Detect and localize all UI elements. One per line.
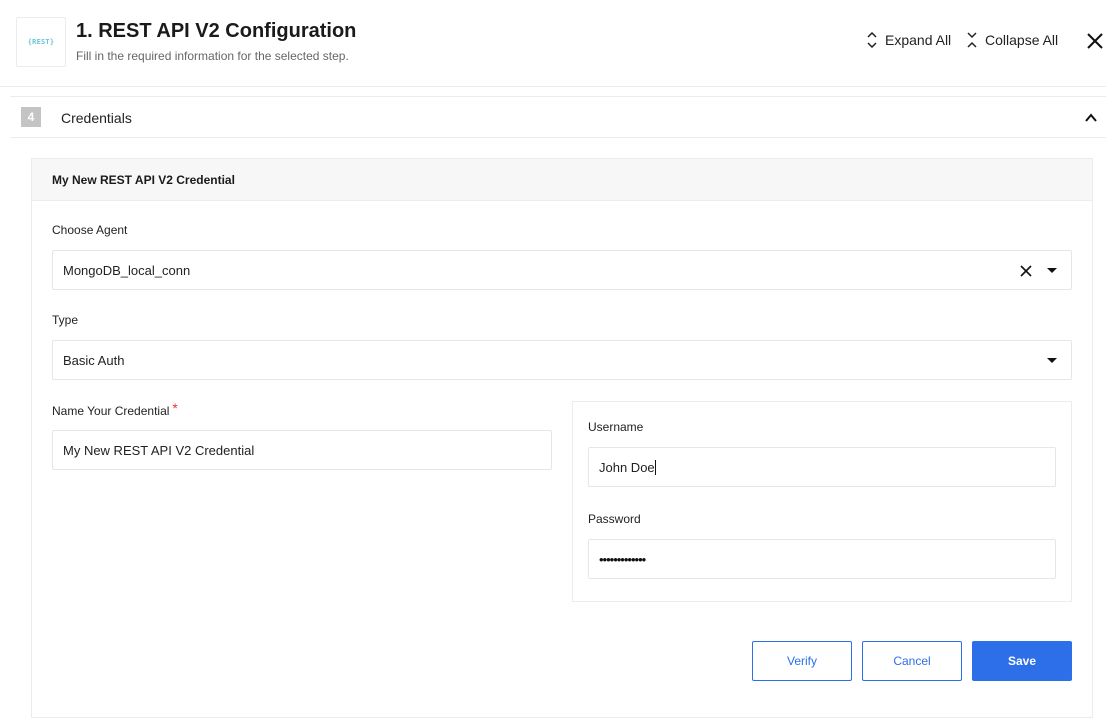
credential-name-label: Name Your Credential *	[52, 400, 178, 418]
type-value: Basic Auth	[63, 352, 125, 368]
choose-agent-value: MongoDB_local_conn	[63, 262, 191, 278]
username-value: John Doe	[599, 459, 655, 475]
page-title: 1. REST API V2 Configuration	[76, 20, 357, 42]
expand-icon	[867, 32, 877, 48]
password-value: •••••••••••••	[599, 551, 646, 567]
chevron-up-icon[interactable]	[1084, 111, 1098, 125]
step-number-badge: 4	[21, 107, 41, 127]
verify-button[interactable]: Verify	[752, 641, 852, 681]
credentials-section-header[interactable]: 4 Credentials	[10, 96, 1106, 138]
section-label: Credentials	[61, 110, 132, 126]
close-icon[interactable]	[1086, 32, 1104, 50]
clear-icon[interactable]	[1019, 264, 1033, 278]
expand-all-label: Expand All	[885, 32, 952, 48]
page-subtitle: Fill in the required information for the…	[76, 49, 349, 63]
username-label: Username	[588, 420, 644, 434]
type-select[interactable]: Basic Auth	[52, 340, 1072, 380]
collapse-all-button[interactable]: Collapse All	[967, 32, 1058, 48]
config-header: {REST} 1. REST API V2 Configuration Fill…	[0, 0, 1106, 87]
cancel-button[interactable]: Cancel	[862, 641, 962, 681]
password-label: Password	[588, 512, 641, 526]
text-cursor	[654, 459, 656, 475]
username-input[interactable]: John Doe	[588, 447, 1056, 487]
save-button[interactable]: Save	[972, 641, 1072, 681]
collapse-icon	[967, 32, 977, 48]
credential-name-label-text: Name Your Credential	[52, 404, 170, 418]
password-input[interactable]: •••••••••••••	[588, 539, 1056, 579]
credential-card: My New REST API V2 Credential Choose Age…	[31, 158, 1093, 718]
rest-logo: {REST}	[16, 17, 66, 67]
basic-auth-panel: Username John Doe Password •••••••••••••	[572, 401, 1072, 602]
choose-agent-select[interactable]: MongoDB_local_conn	[52, 250, 1072, 290]
type-label: Type	[52, 313, 79, 327]
dropdown-arrow-icon[interactable]	[1047, 357, 1057, 365]
required-marker: *	[172, 400, 178, 416]
expand-all-button[interactable]: Expand All	[867, 32, 951, 48]
credential-name-value: My New REST API V2 Credential	[63, 442, 255, 458]
rest-logo-text: {REST}	[27, 38, 55, 46]
choose-agent-label: Choose Agent	[52, 223, 128, 237]
dropdown-arrow-icon[interactable]	[1047, 267, 1057, 275]
collapse-all-label: Collapse All	[985, 32, 1059, 48]
credential-name-input[interactable]: My New REST API V2 Credential	[52, 430, 552, 470]
credential-card-title: My New REST API V2 Credential	[32, 159, 1092, 201]
